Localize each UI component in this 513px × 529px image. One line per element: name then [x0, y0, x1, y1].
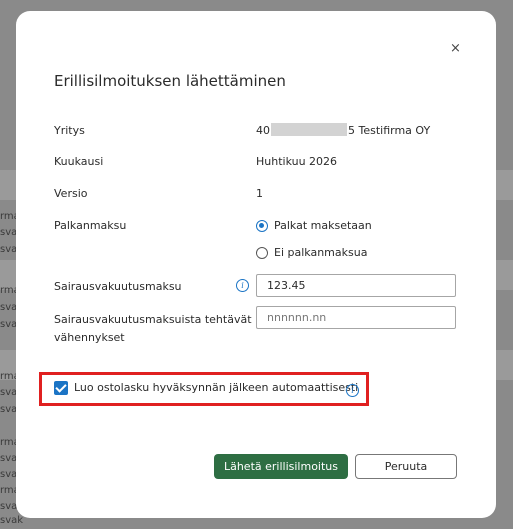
deductions-label-line1: Sairausvakuutusmaksuista tehtävät — [54, 313, 252, 326]
dialog-title: Erillisilmoituksen lähettäminen — [54, 72, 286, 90]
background-text: svak — [0, 515, 24, 526]
payment-label: Palkanmaksu — [54, 219, 127, 232]
auto-invoice-checkbox[interactable] — [54, 381, 68, 395]
sickness-fee-label: Sairausvakuutusmaksu — [54, 280, 182, 293]
info-icon[interactable]: i — [236, 279, 249, 292]
radio-label: Palkat maksetaan — [274, 219, 372, 232]
radio-no-salary[interactable]: Ei palkanmaksua — [256, 246, 367, 259]
radio-unchecked-icon — [256, 246, 268, 259]
month-label: Kuukausi — [54, 155, 104, 168]
company-value: 40 5 Testifirma OY — [256, 123, 430, 137]
submit-button[interactable]: Lähetä erillisilmoitus — [214, 454, 348, 479]
company-value-suffix: 5 Testifirma OY — [348, 124, 431, 137]
info-icon[interactable]: i — [346, 384, 359, 397]
version-value: 1 — [256, 187, 263, 200]
radio-label: Ei palkanmaksua — [274, 246, 368, 259]
close-icon[interactable]: × — [450, 42, 461, 56]
deductions-input[interactable] — [256, 306, 456, 329]
company-label: Yritys — [54, 124, 85, 137]
modal-dialog: × Erillisilmoituksen lähettäminen Yritys… — [16, 11, 496, 518]
sickness-fee-input[interactable] — [256, 274, 456, 297]
version-label: Versio — [54, 187, 88, 200]
deductions-label-line2: vähennykset — [54, 331, 125, 344]
month-value: Huhtikuu 2026 — [256, 155, 338, 168]
cancel-button[interactable]: Peruuta — [355, 454, 457, 479]
radio-checked-icon — [256, 219, 268, 232]
radio-salaries-paid[interactable]: Palkat maksetaan — [256, 219, 372, 232]
redaction-block — [271, 123, 347, 136]
auto-invoice-label[interactable]: Luo ostolasku hyväksynnän jälkeen automa… — [74, 381, 358, 394]
company-value-prefix: 40 — [256, 124, 270, 137]
